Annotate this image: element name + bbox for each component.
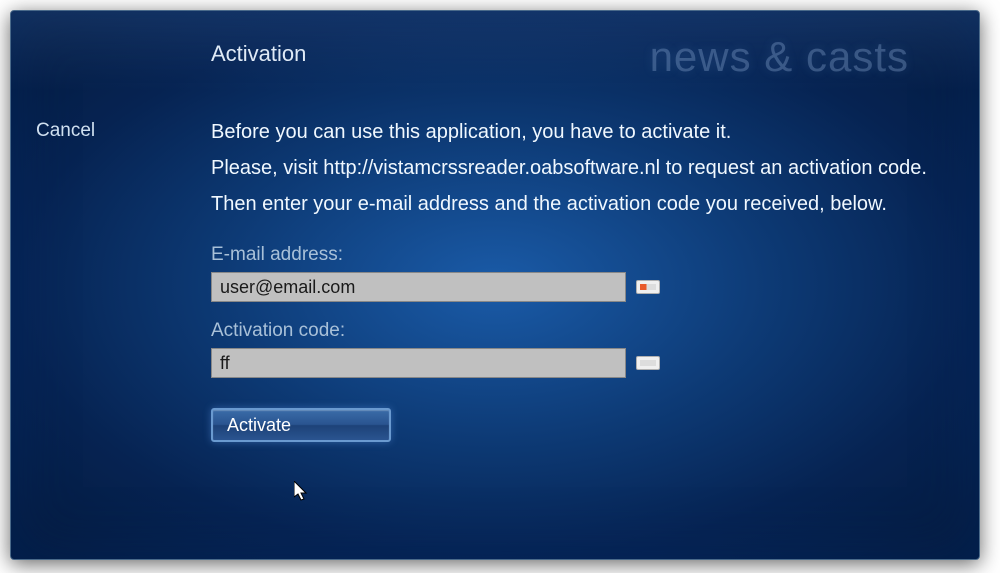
main-panel: Before you can use this application, you… [196, 116, 939, 442]
email-field[interactable] [211, 272, 626, 302]
code-group: Activation code: [211, 320, 939, 378]
keyboard-icon[interactable] [636, 356, 660, 370]
cancel-button[interactable]: Cancel [36, 120, 196, 142]
instruction-line-1: Before you can use this application, you… [211, 116, 939, 148]
instruction-line-3: Then enter your e-mail address and the a… [211, 188, 939, 220]
instruction-line-2: Please, visit http://vistamcrssreader.oa… [211, 152, 939, 184]
instructions-text: Before you can use this application, you… [211, 116, 939, 220]
header: Activation news & casts [11, 11, 979, 101]
keyboard-icon[interactable] [636, 280, 660, 294]
email-group: E-mail address: [211, 244, 939, 302]
email-label: E-mail address: [211, 244, 939, 266]
cursor-icon [294, 481, 310, 503]
sidebar: Cancel [36, 116, 196, 442]
activation-code-field[interactable] [211, 348, 626, 378]
code-input-row [211, 348, 939, 378]
brand-text: news & casts [650, 33, 909, 81]
email-input-row [211, 272, 939, 302]
activation-window: Activation news & casts Cancel Before yo… [10, 10, 980, 560]
activate-button[interactable]: Activate [211, 408, 391, 442]
page-title: Activation [211, 41, 306, 67]
content-area: Cancel Before you can use this applicati… [11, 101, 979, 442]
code-label: Activation code: [211, 320, 939, 342]
